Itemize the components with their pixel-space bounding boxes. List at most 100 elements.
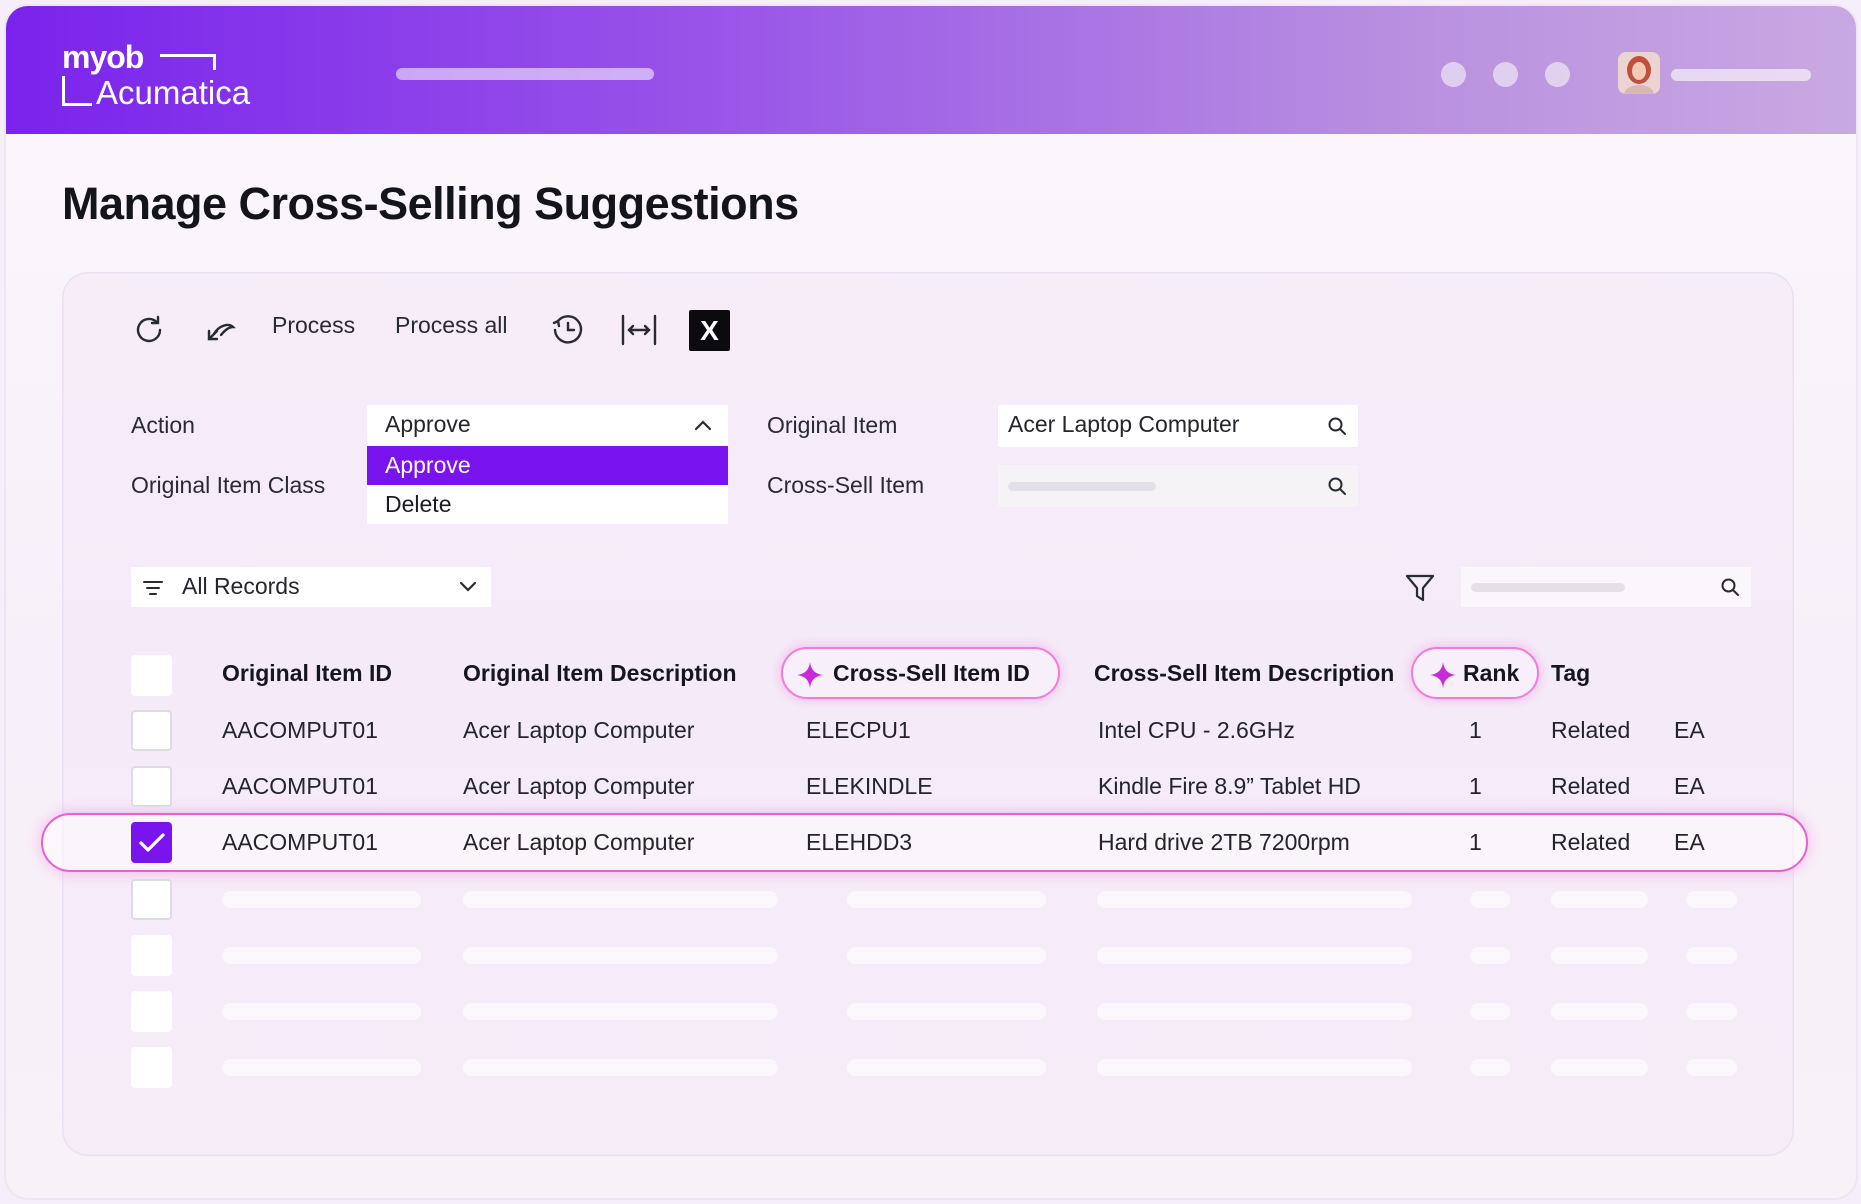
global-search-bar[interactable] — [396, 68, 654, 80]
chevron-down-icon — [459, 581, 477, 592]
cross-sell-item-label: Cross-Sell Item — [767, 472, 925, 498]
skeleton-cell — [1686, 1003, 1737, 1020]
refresh-icon[interactable] — [129, 310, 169, 350]
export-excel-button[interactable]: X — [689, 310, 730, 351]
user-name-bar — [1671, 69, 1811, 81]
skeleton-cell — [1686, 1059, 1737, 1076]
skeleton-cell — [847, 947, 1046, 964]
skeleton-cell — [222, 947, 421, 964]
company-logo[interactable]: myob Acumatica — [62, 40, 292, 110]
cell-uom: EA — [1674, 717, 1705, 743]
cell-cross-sell-item-id[interactable]: ELEHDD3 — [806, 829, 912, 856]
original-item-label: Original Item — [767, 412, 898, 438]
skeleton-cell — [1097, 1003, 1412, 1020]
nav-dot-1[interactable] — [1441, 62, 1466, 87]
records-filter-select[interactable]: All Records — [131, 567, 491, 607]
row-checkbox[interactable] — [131, 766, 172, 807]
row-checkbox[interactable] — [131, 1047, 172, 1088]
cell-cross-sell-item-description: Intel CPU - 2.6GHz — [1098, 717, 1295, 743]
cell-cross-sell-item-description: Hard drive 2TB 7200rpm — [1098, 829, 1350, 855]
sparkle-icon — [1430, 662, 1456, 688]
cross-sell-item-input[interactable] — [998, 465, 1358, 507]
skeleton-cell — [1551, 891, 1648, 908]
nav-dot-3[interactable] — [1545, 62, 1570, 87]
skeleton-cell — [847, 1003, 1046, 1020]
skeleton-cell — [463, 947, 778, 964]
grid-search-input[interactable] — [1461, 567, 1751, 607]
skeleton-cell — [222, 1003, 421, 1020]
skeleton-cell — [1470, 1003, 1510, 1020]
checkmark-icon — [138, 832, 165, 852]
row-checkbox[interactable] — [131, 991, 172, 1032]
original-item-input[interactable]: Acer Laptop Computer — [998, 405, 1358, 447]
col-rank[interactable]: Rank — [1463, 660, 1519, 687]
process-button[interactable]: Process — [272, 312, 355, 339]
cell-cross-sell-item-id[interactable]: ELEKINDLE — [806, 773, 933, 800]
original-item-class-label: Original Item Class — [131, 472, 326, 498]
cell-tag: Related — [1551, 773, 1631, 799]
action-dropdown-list: Approve Delete — [367, 446, 728, 524]
top-bar: myob Acumatica — [6, 6, 1856, 134]
logo-myob-text: myob — [62, 39, 144, 75]
skeleton-cell — [1097, 891, 1412, 908]
row-checkbox[interactable] — [131, 935, 172, 976]
row-checkbox-checked[interactable] — [131, 822, 172, 863]
row-checkbox[interactable] — [131, 879, 172, 920]
cell-rank: 1 — [1469, 773, 1482, 799]
process-all-button[interactable]: Process all — [395, 312, 507, 339]
content-panel — [62, 272, 1794, 1156]
records-filter-value: All Records — [182, 573, 300, 599]
skeleton-cell — [1097, 947, 1412, 964]
skeleton-cell — [1551, 1059, 1648, 1076]
search-icon[interactable] — [1720, 577, 1740, 597]
cell-tag: Related — [1551, 829, 1631, 855]
col-cross-sell-item-description[interactable]: Cross-Sell Item Description — [1094, 660, 1394, 687]
action-option-approve[interactable]: Approve — [367, 446, 728, 485]
row-checkbox[interactable] — [131, 710, 172, 751]
user-avatar[interactable] — [1618, 52, 1660, 94]
cell-original-item-description: Acer Laptop Computer — [463, 773, 695, 799]
cell-cross-sell-item-description: Kindle Fire 8.9” Tablet HD — [1098, 773, 1361, 799]
skeleton-cell — [1097, 1059, 1412, 1076]
search-icon[interactable] — [1327, 416, 1347, 436]
action-select[interactable]: Approve — [367, 405, 728, 447]
action-option-delete[interactable]: Delete — [367, 485, 728, 524]
cell-rank: 1 — [1469, 717, 1482, 743]
funnel-icon[interactable] — [1405, 573, 1435, 603]
col-cross-sell-item-id[interactable]: Cross-Sell Item ID — [833, 660, 1030, 687]
skeleton-cell — [222, 1059, 421, 1076]
action-label: Action — [131, 412, 195, 438]
skeleton-cell — [463, 1003, 778, 1020]
page-title: Manage Cross-Selling Suggestions — [62, 178, 799, 229]
cell-tag: Related — [1551, 717, 1631, 743]
chevron-up-icon — [694, 420, 712, 431]
skeleton-cell — [463, 891, 778, 908]
action-select-value: Approve — [385, 411, 471, 437]
nav-dot-2[interactable] — [1493, 62, 1518, 87]
skeleton-cell — [1470, 1059, 1510, 1076]
skeleton-cell — [1470, 947, 1510, 964]
cell-original-item-id[interactable]: AACOMPUT01 — [222, 829, 378, 856]
skeleton-cell — [1551, 1003, 1648, 1020]
search-icon[interactable] — [1327, 476, 1347, 496]
skeleton-cell — [222, 891, 421, 908]
sparkle-icon — [797, 662, 823, 688]
col-original-item-description[interactable]: Original Item Description — [463, 660, 737, 687]
select-all-checkbox[interactable] — [131, 655, 172, 696]
cell-cross-sell-item-id[interactable]: ELECPU1 — [806, 717, 911, 744]
cell-original-item-description: Acer Laptop Computer — [463, 829, 695, 855]
cell-uom: EA — [1674, 829, 1705, 855]
cell-original-item-id[interactable]: AACOMPUT01 — [222, 773, 378, 800]
col-tag[interactable]: Tag — [1551, 660, 1590, 687]
cell-original-item-id[interactable]: AACOMPUT01 — [222, 717, 378, 744]
undo-icon[interactable] — [200, 310, 240, 350]
skeleton-cell — [1686, 947, 1737, 964]
skeleton-cell — [847, 1059, 1046, 1076]
cell-rank: 1 — [1469, 829, 1482, 855]
skeleton-cell — [847, 891, 1046, 908]
col-original-item-id[interactable]: Original Item ID — [222, 660, 392, 687]
skeleton-cell — [1470, 891, 1510, 908]
fit-columns-icon[interactable] — [619, 310, 659, 350]
logo-acumatica-text: Acumatica — [96, 74, 251, 111]
clock-icon[interactable] — [548, 310, 588, 350]
